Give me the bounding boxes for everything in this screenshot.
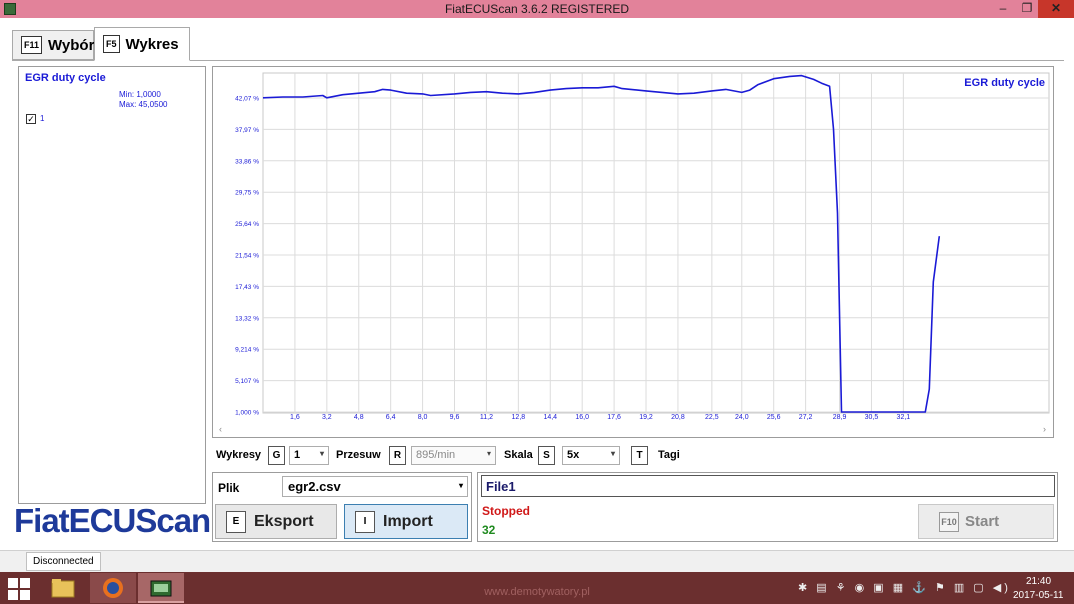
skala-label: Skala xyxy=(504,449,533,461)
y-tick-label: 17,43 % xyxy=(235,284,259,291)
x-tick-label: 3,2 xyxy=(322,414,332,421)
x-tick-label: 11,2 xyxy=(480,414,493,421)
skala-key[interactable]: S xyxy=(538,446,555,465)
series-checkbox[interactable]: ✓ xyxy=(26,114,36,124)
y-tick-label: 21,54 % xyxy=(235,253,259,260)
series-panel: EGR duty cycle Min: 1,0000 Max: 45,0500 … xyxy=(18,66,206,504)
close-button[interactable]: ✕ xyxy=(1038,0,1074,18)
x-tick-label: 28,9 xyxy=(833,414,847,421)
skala-select[interactable]: 5x ▾ xyxy=(562,446,620,465)
y-tick-label: 1,000 % xyxy=(235,410,259,417)
tagi-key[interactable]: T xyxy=(631,446,648,465)
tab-wybor[interactable]: F11 Wybór xyxy=(12,30,94,60)
wykresy-select[interactable]: 1 ▾ xyxy=(289,446,329,465)
file-value: egr2.csv xyxy=(288,479,341,494)
chevron-down-icon: ▾ xyxy=(610,449,615,458)
scroll-left-icon[interactable]: ‹ xyxy=(219,424,222,434)
y-tick-label: 13,32 % xyxy=(235,315,259,322)
x-tick-label: 14,4 xyxy=(543,414,557,421)
x-tick-label: 1,6 xyxy=(290,414,300,421)
x-tick-label: 32,1 xyxy=(897,414,911,421)
wykresy-key[interactable]: G xyxy=(268,446,285,465)
system-tray-icons[interactable]: ✱ ▤ ⚘ ◉ ▣ ▦ ⚓ ⚑ ▥ ▢ ◀) xyxy=(798,581,1011,594)
przesuw-label: Przesuw xyxy=(336,449,381,461)
count-text: 32 xyxy=(482,523,496,537)
minimize-button[interactable]: – xyxy=(990,0,1016,18)
import-label: Import xyxy=(383,512,433,530)
eksport-button[interactable]: E Eksport xyxy=(215,504,337,539)
przesuw-value: 895/min xyxy=(416,449,456,461)
y-tick-label: 42,07 % xyxy=(235,96,259,103)
chevron-down-icon: ▾ xyxy=(319,449,324,458)
x-tick-label: 19,2 xyxy=(639,414,653,421)
chart-legend: EGR duty cycle xyxy=(964,77,1045,89)
tab-key-f5: F5 xyxy=(103,35,120,53)
wykresy-value: 1 xyxy=(294,449,301,461)
skala-value: 5x xyxy=(567,449,580,461)
x-tick-label: 8,0 xyxy=(418,414,428,421)
file-select[interactable]: egr2.csv ▾ xyxy=(282,476,468,497)
tab-label: Wykres xyxy=(125,35,179,53)
x-tick-label: 9,6 xyxy=(450,414,460,421)
wykresy-label: Wykresy xyxy=(216,449,262,461)
file-panel: Plik egr2.csv ▾ E Eksport I Import xyxy=(212,472,472,542)
przesuw-select[interactable]: 895/min ▾ xyxy=(411,446,496,465)
x-tick-label: 30,5 xyxy=(865,414,879,421)
status-panel: File1 Stopped 32 F10 Start xyxy=(477,472,1058,542)
x-tick-label: 12,8 xyxy=(512,414,526,421)
status-text: Stopped xyxy=(482,504,530,518)
start-button[interactable]: F10 Start xyxy=(918,504,1054,539)
x-tick-label: 16,0 xyxy=(575,414,589,421)
connection-status: Disconnected xyxy=(26,552,101,571)
taskbar: www.demotywatory.pl ✱ ▤ ⚘ ◉ ▣ ▦ ⚓ ⚑ ▥ ▢ … xyxy=(0,572,1074,604)
x-tick-label: 6,4 xyxy=(386,414,396,421)
plik-label: Plik xyxy=(218,481,240,495)
y-tick-label: 37,97 % xyxy=(235,127,259,134)
x-tick-label: 20,8 xyxy=(671,414,685,421)
chart-area: 1,000 % 5,107 % 9,214 % 13,32 % 17,43 % 21,54… xyxy=(212,66,1054,438)
chevron-down-icon: ▾ xyxy=(486,449,491,458)
przesuw-key[interactable]: R xyxy=(389,446,406,465)
scroll-right-icon[interactable]: › xyxy=(1043,424,1046,434)
import-key: I xyxy=(355,510,375,533)
status-bar: Disconnected xyxy=(0,550,1074,572)
logo: FiatECUScan xyxy=(14,502,211,539)
x-tick-label: 24,0 xyxy=(735,414,749,421)
series-line xyxy=(262,74,941,413)
eksport-key: E xyxy=(226,510,246,533)
x-tick-label: 17,6 xyxy=(607,414,621,421)
tab-label: Wybór xyxy=(48,36,95,54)
y-tick-label: 33,86 % xyxy=(235,158,259,165)
y-tick-label: 25,64 % xyxy=(235,221,259,228)
y-tick-label: 9,214 % xyxy=(235,347,259,354)
series-max: Max: 45,0500 xyxy=(119,100,168,109)
clock-date[interactable]: 2017-05-11 xyxy=(1013,590,1063,601)
chart-svg: 1,000 % 5,107 % 9,214 % 13,32 % 17,43 % 21,54… xyxy=(235,72,1050,421)
maximize-button[interactable]: ❐ xyxy=(1016,0,1038,18)
window-title: FiatECUScan 3.6.2 REGISTERED xyxy=(444,2,630,16)
title-bar: FiatECUScan 3.6.2 REGISTERED – ❐ ✕ xyxy=(0,0,1074,18)
eksport-label: Eksport xyxy=(254,512,314,530)
x-tick-label: 25,6 xyxy=(767,414,781,421)
clock-time[interactable]: 21:40 xyxy=(1026,576,1051,587)
series-checkbox-label: 1 xyxy=(40,114,45,123)
series-min: Min: 1,0000 xyxy=(119,90,161,99)
chevron-down-icon: ▾ xyxy=(458,481,463,490)
y-tick-label: 29,75 % xyxy=(235,190,259,197)
tagi-label[interactable]: Tagi xyxy=(658,449,680,461)
y-tick-label: 5,107 % xyxy=(235,378,259,385)
file-name-box: File1 xyxy=(481,475,1055,497)
tab-wykres[interactable]: F5 Wykres xyxy=(94,27,190,61)
tab-key-f11: F11 xyxy=(21,36,43,54)
start-label: Start xyxy=(965,513,1000,530)
import-button[interactable]: I Import xyxy=(344,504,468,539)
x-tick-label: 4,8 xyxy=(354,414,364,421)
start-key: F10 xyxy=(939,511,959,532)
x-tick-label: 22,5 xyxy=(705,414,719,421)
series-name: EGR duty cycle xyxy=(25,72,106,84)
x-tick-label: 27,2 xyxy=(799,414,813,421)
